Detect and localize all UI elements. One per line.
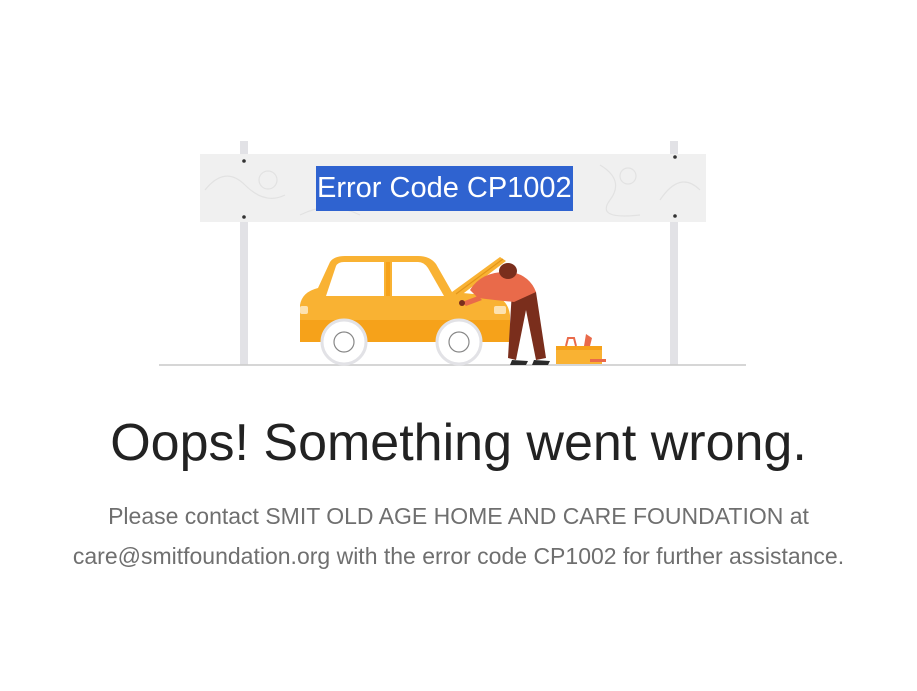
error-message: Please contact SMIT OLD AGE HOME AND CAR… [72, 503, 845, 569]
error-title: Oops! Something went wrong. [110, 414, 807, 472]
toolbox-icon [556, 334, 606, 364]
car-icon [300, 256, 510, 366]
error-page: Error Code CP1002 Oops! Something went w… [0, 0, 917, 691]
error-code-sign-label: Error Code CP1002 [316, 166, 573, 211]
